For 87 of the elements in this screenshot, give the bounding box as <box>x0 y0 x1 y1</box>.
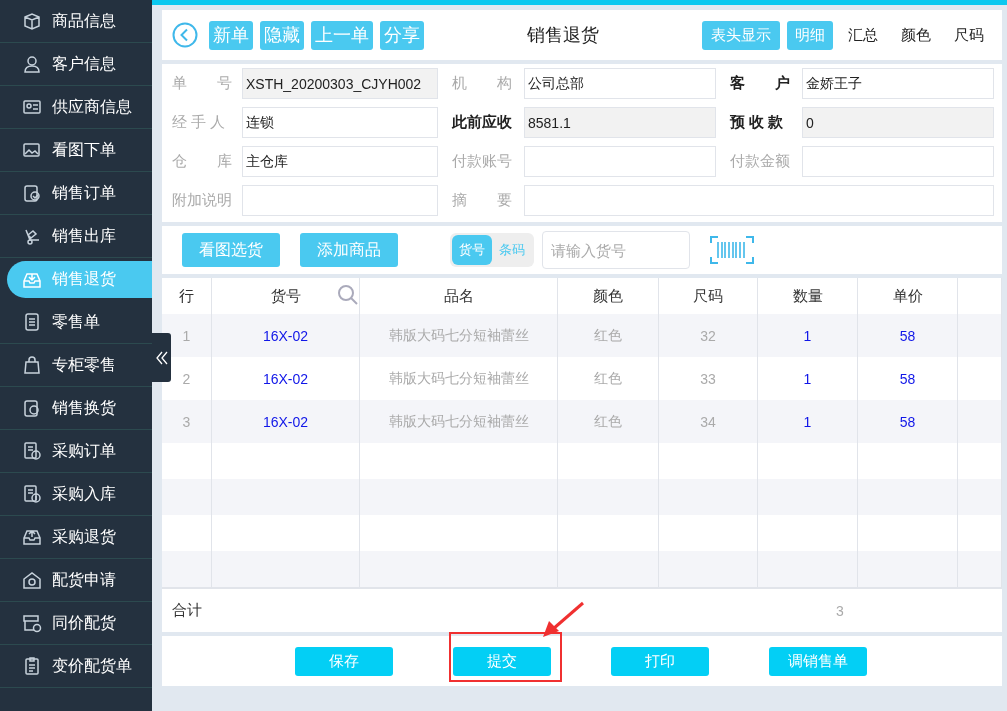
sidebar-item[interactable]: 商品信息 <box>0 0 152 43</box>
column-header: 货号 <box>270 286 301 306</box>
input-field[interactable] <box>524 185 994 216</box>
house-icon <box>22 570 42 590</box>
back-icon[interactable] <box>172 22 198 48</box>
field-label: 付款账号 <box>452 152 513 171</box>
search-icon[interactable] <box>337 284 359 306</box>
image-icon <box>22 140 42 160</box>
sidebar-item[interactable]: 采购订单 <box>0 430 152 473</box>
column-header: 尺码 <box>693 286 723 306</box>
sidebar-item[interactable]: 供应商信息 <box>0 86 152 129</box>
table-cell: 33 <box>700 370 716 387</box>
input-field[interactable]: 主仓库 <box>242 146 438 177</box>
sidebar-item[interactable]: 零售单 <box>0 301 152 344</box>
table-cell: 1 <box>803 370 812 387</box>
column-header: 颜色 <box>593 286 623 306</box>
table-cell: 红色 <box>594 369 622 388</box>
table-cell: 红色 <box>594 412 622 431</box>
column-header: 行 <box>179 286 194 306</box>
total-quantity: 3 <box>836 602 844 619</box>
input-field[interactable]: 0 <box>802 107 994 138</box>
field-label: 预 收 款 <box>730 113 785 132</box>
field-label: 附加说明 <box>172 191 233 210</box>
sidebar-item[interactable]: 销售订单 <box>0 172 152 215</box>
field-label: 付款金额 <box>730 152 791 171</box>
table-cell: 1 <box>803 327 812 344</box>
table-cell: 16X-02 <box>262 327 309 344</box>
table-cell: 3 <box>182 413 191 430</box>
sidebar-item[interactable]: 同价配货 <box>0 602 152 645</box>
outbox-icon <box>22 527 42 547</box>
clipboard-icon <box>22 656 42 676</box>
clipboard-check-icon <box>22 183 42 203</box>
input-field[interactable]: 8581.1 <box>524 107 716 138</box>
input-field[interactable]: XSTH_20200303_CJYH002 <box>242 68 438 99</box>
field-label: 此前应收 <box>452 113 513 132</box>
annotation-arrow <box>541 600 585 639</box>
table-cell: 韩版大码七分短袖蕾丝 <box>388 412 529 431</box>
input-field[interactable]: 金娇王子 <box>802 68 994 99</box>
input-field[interactable] <box>802 146 994 177</box>
collapse-handle[interactable] <box>152 333 171 382</box>
table-cell: 16X-02 <box>262 413 309 430</box>
sidebar-item[interactable]: 采购入库 <box>0 473 152 516</box>
table-cell: 58 <box>899 370 916 387</box>
page-title: 销售退货 <box>526 24 600 47</box>
double-chevron-left-icon <box>155 349 168 366</box>
document-icon <box>22 312 42 332</box>
table-cell: 34 <box>700 413 716 430</box>
search-field[interactable]: 请输入货号 <box>542 231 690 269</box>
sidebar-item[interactable]: 配货申请 <box>0 559 152 602</box>
table-cell: 1 <box>182 327 191 344</box>
table-cell: 58 <box>899 413 916 430</box>
sidebar-item[interactable]: 客户信息 <box>0 43 152 86</box>
view-tab[interactable]: 颜色 <box>893 20 939 50</box>
sidebar-item[interactable]: 看图下单 <box>0 129 152 172</box>
field-label: 摘 要 <box>452 191 513 210</box>
view-tab[interactable]: 尺码 <box>946 20 992 50</box>
total-label: 合计 <box>172 601 202 618</box>
field-label: 单 号 <box>172 74 233 93</box>
shopping-bag-icon <box>22 355 42 375</box>
id-card-icon <box>22 97 42 117</box>
table-cell: 1 <box>803 413 812 430</box>
input-field[interactable]: 公司总部 <box>524 68 716 99</box>
field-label: 客 户 <box>730 74 791 93</box>
column-header: 品名 <box>443 286 474 306</box>
view-tab[interactable]: 汇总 <box>840 20 886 50</box>
field-label: 机 构 <box>452 74 513 93</box>
input-field[interactable]: 连锁 <box>242 107 438 138</box>
table-cell: 红色 <box>594 326 622 345</box>
table-cell: 58 <box>899 327 916 344</box>
table-cell: 韩版大码七分短袖蕾丝 <box>388 326 529 345</box>
table-cell: 16X-02 <box>262 370 309 387</box>
sidebar-item[interactable]: 销售出库 <box>0 215 152 258</box>
column-header: 数量 <box>792 286 823 306</box>
table-cell: 2 <box>182 370 191 387</box>
person-icon <box>22 54 42 74</box>
sidebar-item[interactable]: 销售换货 <box>0 387 152 430</box>
sidebar-item[interactable]: 采购退货 <box>0 516 152 559</box>
field-label: 经 手 人 <box>172 113 227 132</box>
barcode-scan-icon[interactable] <box>710 236 754 264</box>
input-field[interactable] <box>242 185 438 216</box>
table-cell: 韩版大码七分短袖蕾丝 <box>388 369 529 388</box>
box-icon <box>22 11 42 31</box>
table-cell: 32 <box>700 327 716 344</box>
input-field[interactable] <box>524 146 716 177</box>
column-header: 单价 <box>892 286 923 306</box>
field-label: 仓 库 <box>172 152 233 171</box>
sidebar-item[interactable]: 变价配货单 <box>0 645 152 688</box>
